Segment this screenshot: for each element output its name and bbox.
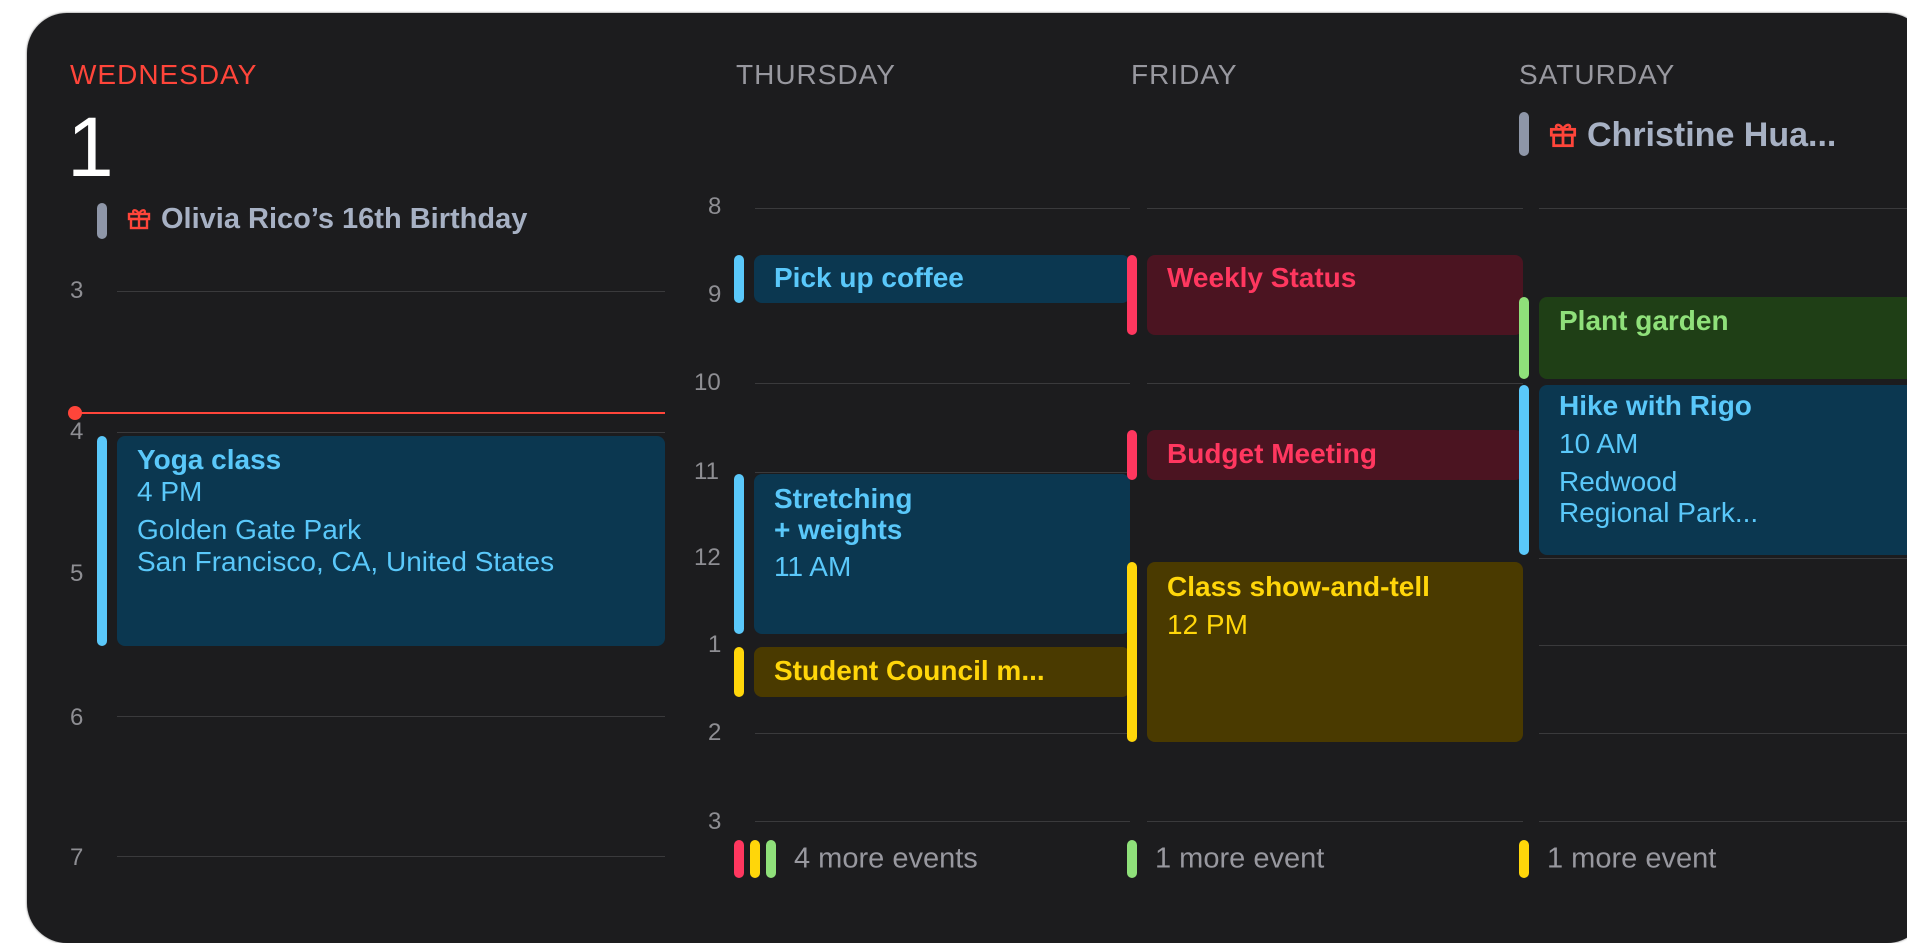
calendar-widget: WEDNESDAY 1 Olivia Rico’s 16th Birthday …: [27, 13, 1907, 943]
event-title: Plant garden: [1559, 305, 1729, 336]
event-time: 12 PM: [1167, 609, 1248, 640]
hour-gridline: [1539, 821, 1907, 822]
more-events-label: 1 more event: [1155, 842, 1325, 875]
event-student-council[interactable]: Student Council m...: [754, 647, 1130, 697]
event-title: Budget Meeting: [1167, 438, 1377, 469]
allday-label: Christine Hua...: [1587, 116, 1837, 154]
event-bar: [97, 436, 107, 646]
event-plant-garden[interactable]: Plant garden: [1539, 297, 1907, 379]
hour-label: 9: [708, 281, 722, 308]
hour-gridline: [755, 821, 1130, 822]
more-events-friday[interactable]: 1 more event: [1127, 840, 1324, 878]
hour-label: 7: [70, 844, 84, 871]
event-title: Student Council m...: [774, 655, 1045, 686]
more-events-label: 1 more event: [1547, 842, 1717, 875]
hour-gridline: [1539, 208, 1907, 209]
allday-bar: [97, 203, 107, 239]
event-title: Stretching + weights: [774, 483, 913, 545]
hour-label: 8: [708, 193, 722, 220]
hour-label: 3: [70, 277, 84, 304]
event-time: 11 AM: [774, 551, 852, 582]
day-name-friday: FRIDAY: [1131, 59, 1238, 90]
hour-label: 6: [70, 704, 84, 731]
current-time-line: [75, 412, 665, 414]
hour-label: 4: [70, 418, 84, 445]
more-bar-yellow: [750, 840, 760, 878]
allday-label: Olivia Rico’s 16th Birthday: [161, 203, 528, 235]
allday-bar: [1519, 112, 1529, 156]
hour-gridline: [755, 733, 1130, 734]
event-bar: [734, 255, 744, 303]
event-title: Weekly Status: [1167, 262, 1357, 293]
event-weekly-status[interactable]: Weekly Status: [1147, 255, 1523, 335]
hour-label: 2: [708, 719, 722, 746]
event-bar: [1127, 562, 1137, 742]
hour-gridline: [117, 432, 665, 433]
more-events-saturday[interactable]: 1 more event: [1519, 840, 1716, 878]
event-budget-meeting[interactable]: Budget Meeting: [1147, 430, 1523, 480]
hour-gridline: [1147, 383, 1523, 384]
event-title: Class show-and-tell: [1167, 571, 1430, 602]
event-title: Pick up coffee: [774, 262, 964, 293]
hour-label: 10: [694, 369, 721, 396]
event-class-show-and-tell[interactable]: Class show-and-tell 12 PM: [1147, 562, 1523, 742]
hour-label: 11: [694, 458, 719, 485]
hour-gridline: [117, 716, 665, 717]
day-name-wednesday: WEDNESDAY: [70, 59, 258, 90]
more-bar-red: [734, 840, 744, 878]
hour-gridline: [755, 472, 1130, 473]
event-bar: [734, 647, 744, 697]
event-location: Golden Gate Park San Francisco, CA, Unit…: [137, 514, 555, 577]
more-events-label: 4 more events: [794, 842, 978, 875]
hour-gridline: [755, 383, 1130, 384]
day-name-thursday: THURSDAY: [736, 59, 896, 90]
hour-label: 1: [708, 631, 722, 658]
more-bar-green: [1127, 840, 1137, 878]
hour-gridline: [1539, 733, 1907, 734]
hour-gridline: [1539, 645, 1907, 646]
event-time: 4 PM: [137, 476, 203, 507]
hour-label: 3: [708, 808, 722, 835]
date-number: 1: [67, 100, 114, 194]
more-bar-green: [766, 840, 776, 878]
event-bar: [1127, 255, 1137, 335]
event-bar: [734, 474, 744, 634]
day-name-saturday: SATURDAY: [1519, 59, 1676, 90]
event-stretching-weights[interactable]: Stretching + weights 11 AM: [754, 474, 1130, 634]
more-bar-yellow: [1519, 840, 1529, 878]
event-bar: [1127, 430, 1137, 480]
hour-gridline: [117, 856, 665, 857]
more-events-thursday[interactable]: 4 more events: [734, 840, 978, 878]
event-title: Hike with Rigo: [1559, 390, 1752, 421]
event-location: Redwood Regional Park...: [1559, 466, 1759, 528]
hour-gridline: [1147, 208, 1523, 209]
event-yoga-class[interactable]: Yoga class 4 PM Golden Gate Park San Fra…: [117, 436, 665, 646]
gift-icon: [1549, 123, 1577, 148]
event-bar: [1519, 297, 1529, 379]
hour-label: 12: [694, 544, 721, 571]
event-bar: [1519, 385, 1529, 555]
hour-gridline: [1147, 821, 1523, 822]
hour-gridline: [117, 291, 665, 292]
event-hike-with-rigo[interactable]: Hike with Rigo 10 AM Redwood Regional Pa…: [1539, 385, 1907, 555]
hour-gridline: [755, 208, 1130, 209]
hour-gridline: [1539, 558, 1907, 559]
hour-label: 5: [70, 560, 84, 587]
event-pick-up-coffee[interactable]: Pick up coffee: [754, 255, 1130, 303]
gift-icon: [127, 209, 151, 230]
event-title: Yoga class: [137, 444, 282, 475]
event-time: 10 AM: [1559, 428, 1639, 459]
